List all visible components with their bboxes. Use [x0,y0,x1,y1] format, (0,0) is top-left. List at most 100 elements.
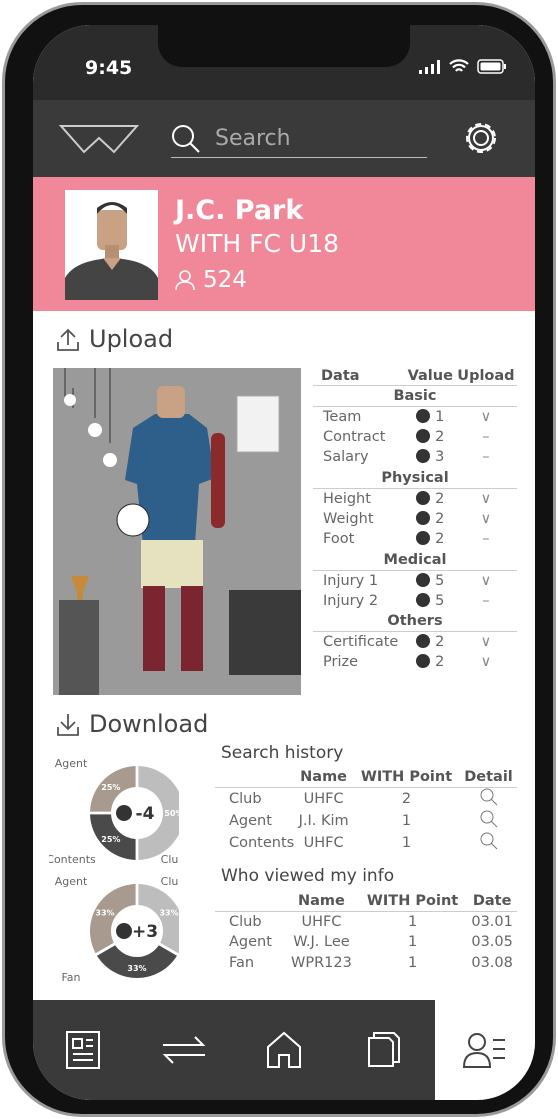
slice-percent: 33% [95,909,114,918]
coin-icon [416,449,431,464]
search-detail-icon[interactable] [480,810,498,828]
coin-icon [416,428,431,443]
col-detail: Detail [464,769,513,785]
nav-profile[interactable] [434,1000,535,1100]
app-logo-icon[interactable] [59,124,139,154]
followers: 524 [175,267,247,293]
upload-status[interactable]: ∨ [455,652,517,673]
upload-data-table: Data Value Upload Basic Team 1 ∨ Contract 2– S… [313,367,517,673]
group-header: Others [313,611,517,632]
data-label: Prize [323,654,359,671]
data-label: Injury 2 [323,592,379,609]
col-point: WITH Point [366,893,459,909]
table-row: Prize 2 ∨ [313,652,517,673]
upload-status[interactable]: – [455,591,517,612]
coin-icon [416,490,431,505]
data-label: Team [323,408,362,425]
group-name: Others [313,611,517,632]
value: 2 [435,634,445,650]
cell: 1 [407,914,418,930]
slice-label: Club [161,875,179,888]
col-data: Data [321,368,360,384]
cell: 1 [407,934,418,951]
cell: Fan [229,954,255,971]
data-label: Height [323,490,371,507]
table-row: Salary 3– [313,447,517,468]
point: 1 [401,835,412,851]
name: J.I. Kim [298,813,349,829]
transfer-arrows-icon [162,1036,206,1064]
data-label: Salary [323,449,369,466]
cell: Club [229,914,262,930]
value: 5 [435,572,445,589]
table-row: Injury 2 5– [313,591,517,612]
viewers-title: Who viewed my info [221,866,395,886]
upload-status[interactable]: – [455,427,517,448]
settings-gear-icon[interactable] [461,118,501,158]
data-label: Injury 1 [323,572,379,589]
profile-list-icon [462,1033,505,1068]
coin-icon [416,654,431,669]
col-name: Name [298,893,345,909]
name: UHFC [303,835,344,851]
table-row: Contract 2– [313,427,517,448]
status-bar: 9:45 [33,25,535,100]
app-header: Search [33,100,535,177]
screen: 9:45 Search J.C. Park WITH FC U18 524 Up… [33,25,535,1100]
slice-percent: 50% [164,809,179,818]
avatar-illustration [65,202,158,300]
data-label: Certificate [323,634,399,650]
notch [158,25,410,67]
search-input[interactable]: Search [171,120,427,158]
upload-title: Upload [89,325,174,353]
table-row: Club UHFC 1 03.01 [215,912,517,933]
table-row: Injury 1 5 ∨ [313,570,517,591]
coin-icon [416,572,431,587]
download-title: Download [89,710,209,738]
group-header: Medical [313,549,517,571]
donut-slice-agent [90,884,136,954]
upload-status[interactable]: – [455,447,517,468]
cell: 1 [407,954,418,971]
col-upload: Upload [457,368,515,384]
slice-label: Agent [55,875,88,888]
download-heading[interactable]: Download [57,710,208,738]
wifi-icon [449,59,469,72]
search-detail-icon[interactable] [480,788,498,806]
phone-frame: 9:45 Search J.C. Park WITH FC U18 524 Up… [2,2,556,1117]
col-name: Name [300,769,348,785]
value: 2 [435,490,445,507]
donut-slice-club [138,884,179,954]
value: 3 [435,449,445,466]
upload-status[interactable]: – [455,529,517,550]
upload-heading[interactable]: Upload [57,325,173,353]
nav-news[interactable] [33,1000,133,1100]
avatar[interactable] [65,190,158,300]
nav-folder[interactable] [334,1000,434,1100]
upload-status[interactable]: ∨ [455,570,517,591]
search-donut-chart: 50% Club 25% Contents 25% Agent -4 [49,757,179,865]
battery-icon [477,59,506,74]
slice-percent: 33% [159,909,178,918]
upload-status[interactable]: ∨ [455,509,517,530]
search-detail-icon[interactable] [480,832,498,850]
upload-status[interactable]: ∨ [455,406,517,427]
value: 2 [435,510,445,527]
slice-percent: 33% [127,964,146,973]
nav-home[interactable] [234,1000,334,1100]
group-name: Physical [313,467,517,489]
name: UHFC [303,791,344,807]
slice-percent: 25% [101,835,120,844]
col-date: Date [472,893,512,909]
nav-transfer[interactable] [133,1000,233,1100]
donut-slice-fan [97,945,177,978]
upload-status[interactable]: ∨ [455,632,517,653]
search-placeholder: Search [215,126,291,151]
cell: Agent [229,934,272,951]
table-row: Foot 2– [313,529,517,550]
coin-icon [416,531,431,546]
point-change: +3 [132,922,158,942]
group-header: Basic [313,385,517,407]
newspaper-icon [66,1031,101,1069]
upload-status[interactable]: ∨ [455,488,517,509]
